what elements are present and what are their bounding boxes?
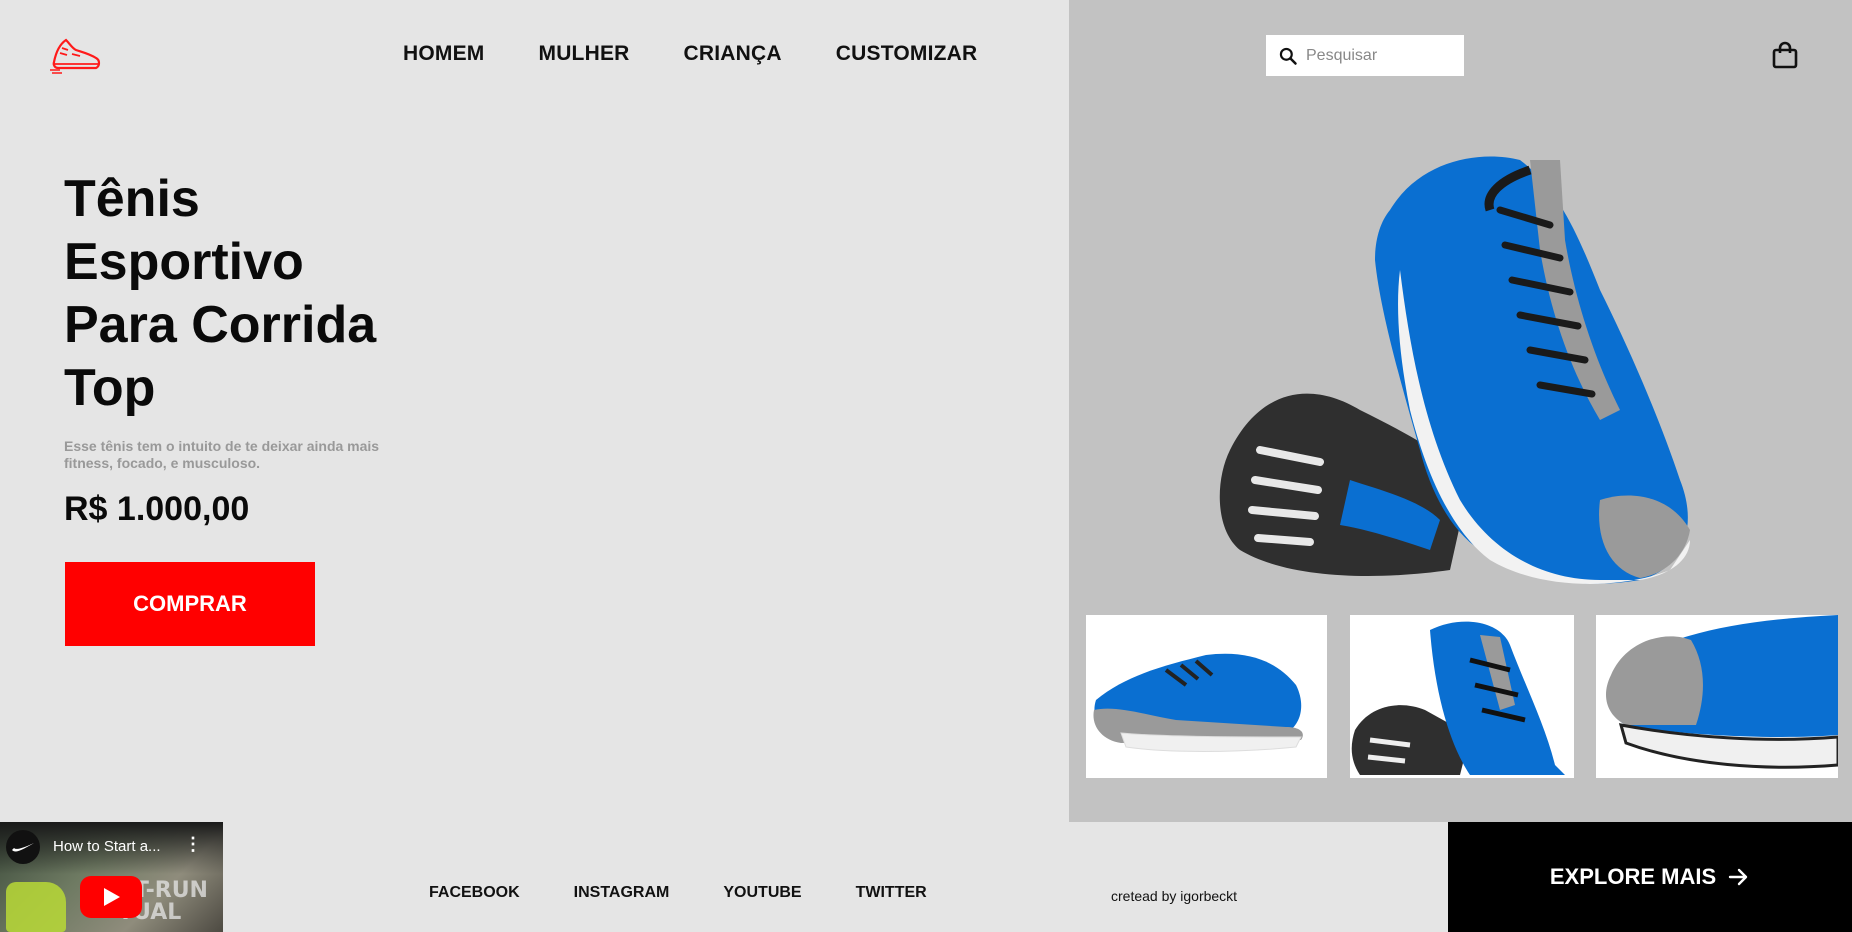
search-icon [1279,47,1297,65]
instagram-link[interactable]: INSTAGRAM [574,884,670,902]
thumbnail-2-image [1350,615,1574,778]
swoosh-icon [12,843,34,852]
search-input[interactable] [1306,46,1456,65]
main-nav: HOMEM MULHER CRIANÇA CUSTOMIZAR [403,42,977,66]
channel-avatar[interactable] [6,830,40,864]
thumbnail-2[interactable] [1350,615,1574,778]
nav-crianca[interactable]: CRIANÇA [684,42,782,66]
search-box[interactable] [1266,35,1464,76]
credit-text: cretead by igorbeckt [1111,888,1238,904]
video-title[interactable]: How to Start a... [53,838,161,855]
twitter-link[interactable]: TWITTER [856,884,927,902]
facebook-link[interactable]: FACEBOOK [429,884,520,902]
product-title: Tênis Esportivo Para Corrida Top [64,170,377,417]
thumbnail-3[interactable] [1596,615,1838,778]
explore-more-button[interactable]: EXPLORE MAIS [1448,822,1852,932]
thumbnail-1-image [1086,615,1327,778]
buy-button[interactable]: COMPRAR [65,562,315,646]
video-thumbnail-shoe [6,882,66,932]
arrow-right-icon [1728,868,1748,886]
youtube-link[interactable]: YOUTUBE [723,884,801,902]
video-menu-button[interactable]: ⋮ [184,834,202,855]
main-product-image [1219,156,1690,584]
social-links: FACEBOOK INSTAGRAM YOUTUBE TWITTER [429,884,927,902]
nav-customizar[interactable]: CUSTOMIZAR [836,42,978,66]
nav-mulher[interactable]: MULHER [539,42,630,66]
play-button-icon[interactable] [80,876,142,918]
thumbnail-3-image [1596,615,1838,778]
nav-homem[interactable]: HOMEM [403,42,485,66]
sneaker-logo-icon[interactable] [50,34,102,74]
explore-more-label: EXPLORE MAIS [1549,864,1717,889]
product-description: Esse tênis tem o intuito de te deixar ai… [64,438,380,471]
thumbnail-1[interactable] [1086,615,1327,778]
shopping-bag-icon[interactable] [1772,41,1798,69]
product-price: R$ 1.000,00 [64,490,250,528]
